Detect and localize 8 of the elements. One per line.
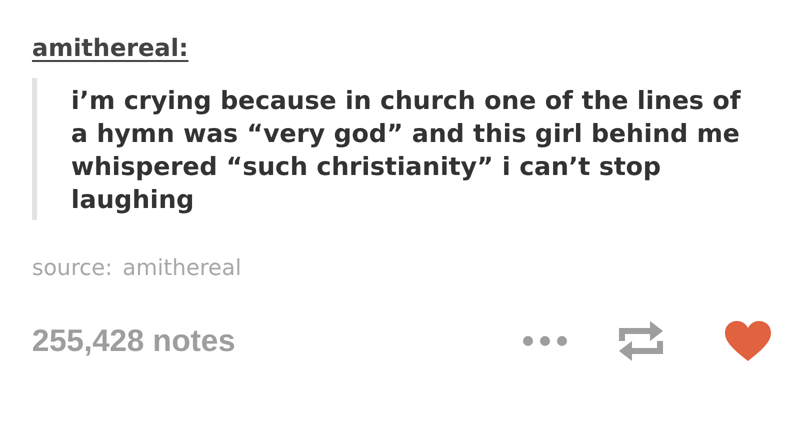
notes-count[interactable]: 255,428 notes: [32, 323, 522, 359]
reblog-icon[interactable]: [618, 319, 664, 363]
username-link[interactable]: amithereal:: [32, 34, 760, 62]
quote-text: i’m crying because in church one of the lines of a hymn was “very god” and this girl behind me whispered “such christianity” i can’t stop laughing: [71, 85, 742, 216]
more-icon[interactable]: [522, 335, 568, 347]
source-label: source:: [32, 256, 112, 281]
heart-icon[interactable]: [724, 320, 772, 362]
source-link[interactable]: amithereal: [122, 256, 242, 281]
